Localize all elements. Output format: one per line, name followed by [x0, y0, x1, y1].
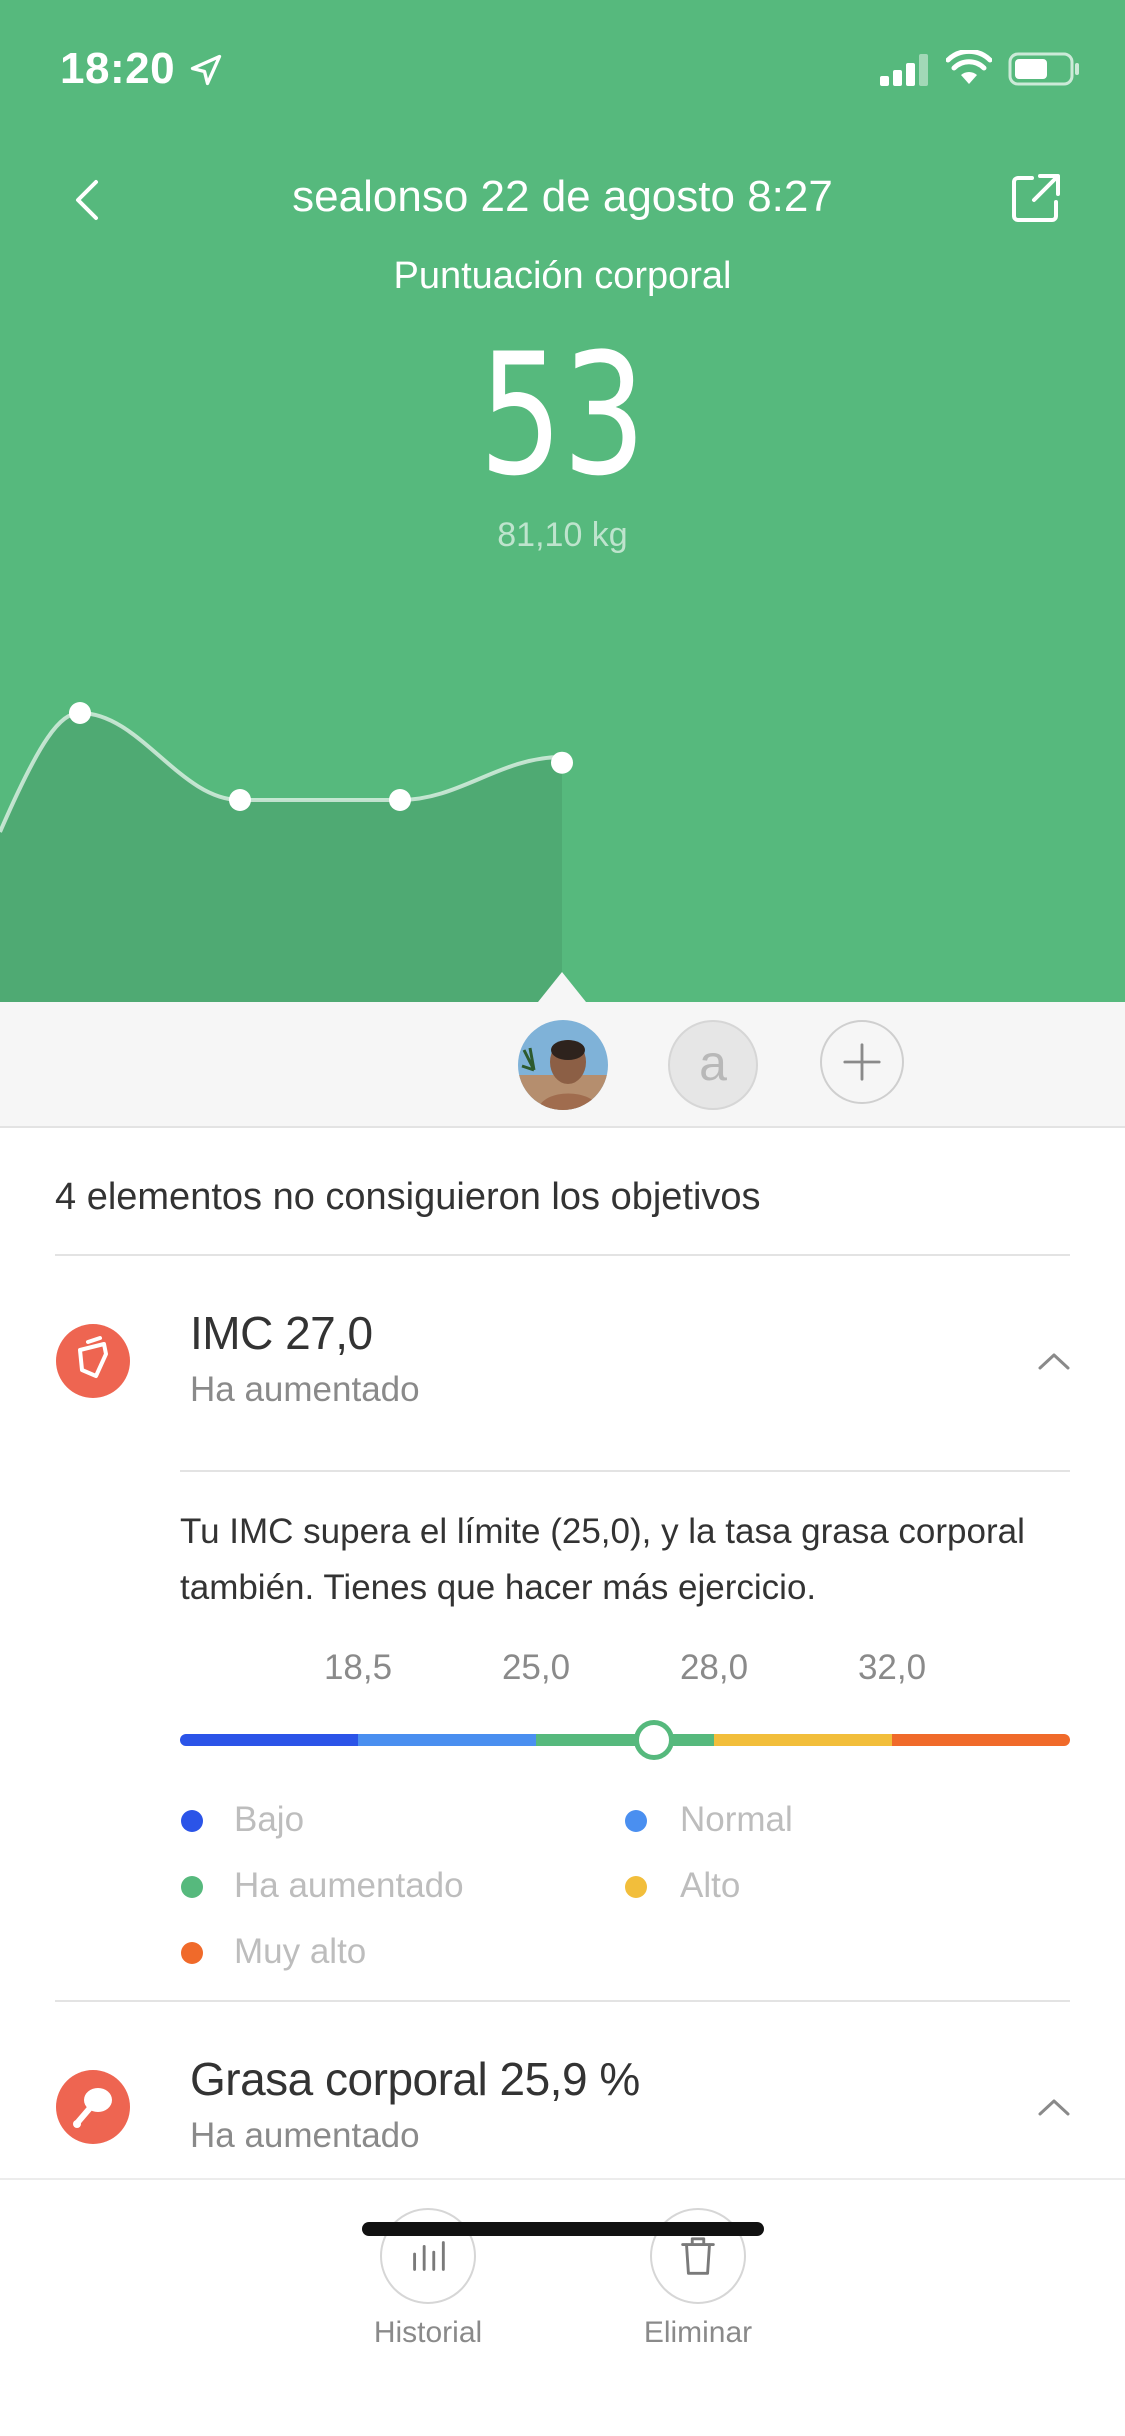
legend-dot-aumentado [181, 1876, 203, 1898]
home-indicator [362, 2222, 764, 2236]
legend-dot-bajo [181, 1810, 203, 1832]
scale-threshold-1: 18,5 [323, 1648, 393, 1687]
scale-threshold-2: 25,0 [501, 1648, 571, 1687]
scale-segment-aumentado [536, 1734, 714, 1746]
legend-dot-muy-alto [181, 1942, 203, 1964]
divider [55, 1254, 1070, 1256]
scale-segment-bajo [180, 1734, 358, 1746]
user-selector: a [0, 972, 1125, 1128]
legend-label-normal: Normal [680, 1800, 793, 1839]
body-fat-status: Ha aumentado [190, 2116, 420, 2155]
trend-area [0, 713, 562, 1002]
scale-threshold-3: 28,0 [679, 1648, 749, 1687]
trend-point[interactable] [69, 702, 91, 724]
add-user-button[interactable] [820, 1020, 904, 1104]
bmi-description: Tu IMC supera el límite (25,0), y la tas… [180, 1512, 1025, 1607]
history-label[interactable]: Historial [328, 2316, 528, 2350]
body-fat-title: Grasa corporal 25,9 % [190, 2053, 640, 2105]
user-avatar-initial[interactable]: a [668, 1020, 758, 1110]
avatar-photo [518, 1020, 608, 1110]
location-arrow-icon [190, 54, 222, 86]
share-icon[interactable] [1010, 172, 1062, 224]
legend-dot-alto [625, 1876, 647, 1898]
body-fat-icon [56, 2070, 130, 2144]
back-icon[interactable] [60, 170, 120, 230]
battery-icon [1008, 52, 1079, 86]
score-label: Puntuación corporal [393, 255, 732, 297]
cellular-signal-icon [880, 54, 928, 86]
bmi-status: Ha aumentado [190, 1370, 420, 1409]
legend-label-muy-alto: Muy alto [234, 1932, 367, 1971]
score-trend-chart [0, 702, 573, 1002]
bmi-title: IMC 27,0 [190, 1307, 373, 1359]
chevron-up-icon[interactable] [1036, 2096, 1072, 2118]
bottom-toolbar: Historial Eliminar [0, 2178, 1125, 2436]
scale-segment-normal [358, 1734, 536, 1746]
divider [55, 2000, 1070, 2002]
bmi-icon [56, 1324, 130, 1398]
scale-threshold-4: 32,0 [857, 1648, 927, 1687]
header-panel: 18:20 sealonso 22 de agosto 8:27 Puntuac… [0, 0, 1125, 1002]
bmi-value-marker [634, 1720, 674, 1760]
trend-point[interactable] [551, 751, 573, 774]
selection-pointer [538, 972, 586, 1002]
legend-label-alto: Alto [680, 1866, 741, 1905]
wifi-icon [946, 50, 992, 84]
legend-label-aumentado: Ha aumentado [234, 1866, 464, 1905]
avatar[interactable] [518, 1020, 608, 1110]
page-title: sealonso 22 de agosto 8:27 [292, 172, 833, 221]
chevron-up-icon[interactable] [1036, 1350, 1072, 1372]
goals-summary: 4 elementos no consiguieron los objetivo… [55, 1176, 761, 1218]
scale-segment-muy-alto [892, 1734, 1070, 1746]
weight-value: 81,10 kg [497, 516, 628, 554]
status-bar: 18:20 [0, 0, 1125, 140]
divider [180, 1470, 1070, 1472]
status-time: 18:20 [60, 44, 176, 93]
legend-dot-normal [625, 1810, 647, 1832]
delete-label[interactable]: Eliminar [598, 2316, 798, 2350]
trend-point[interactable] [389, 789, 411, 811]
legend-label-bajo: Bajo [234, 1800, 305, 1839]
body-score-value: 53 [479, 317, 646, 513]
trend-point[interactable] [229, 789, 251, 811]
bmi-scale-bar [180, 1734, 1070, 1746]
scale-segment-alto [714, 1734, 892, 1746]
